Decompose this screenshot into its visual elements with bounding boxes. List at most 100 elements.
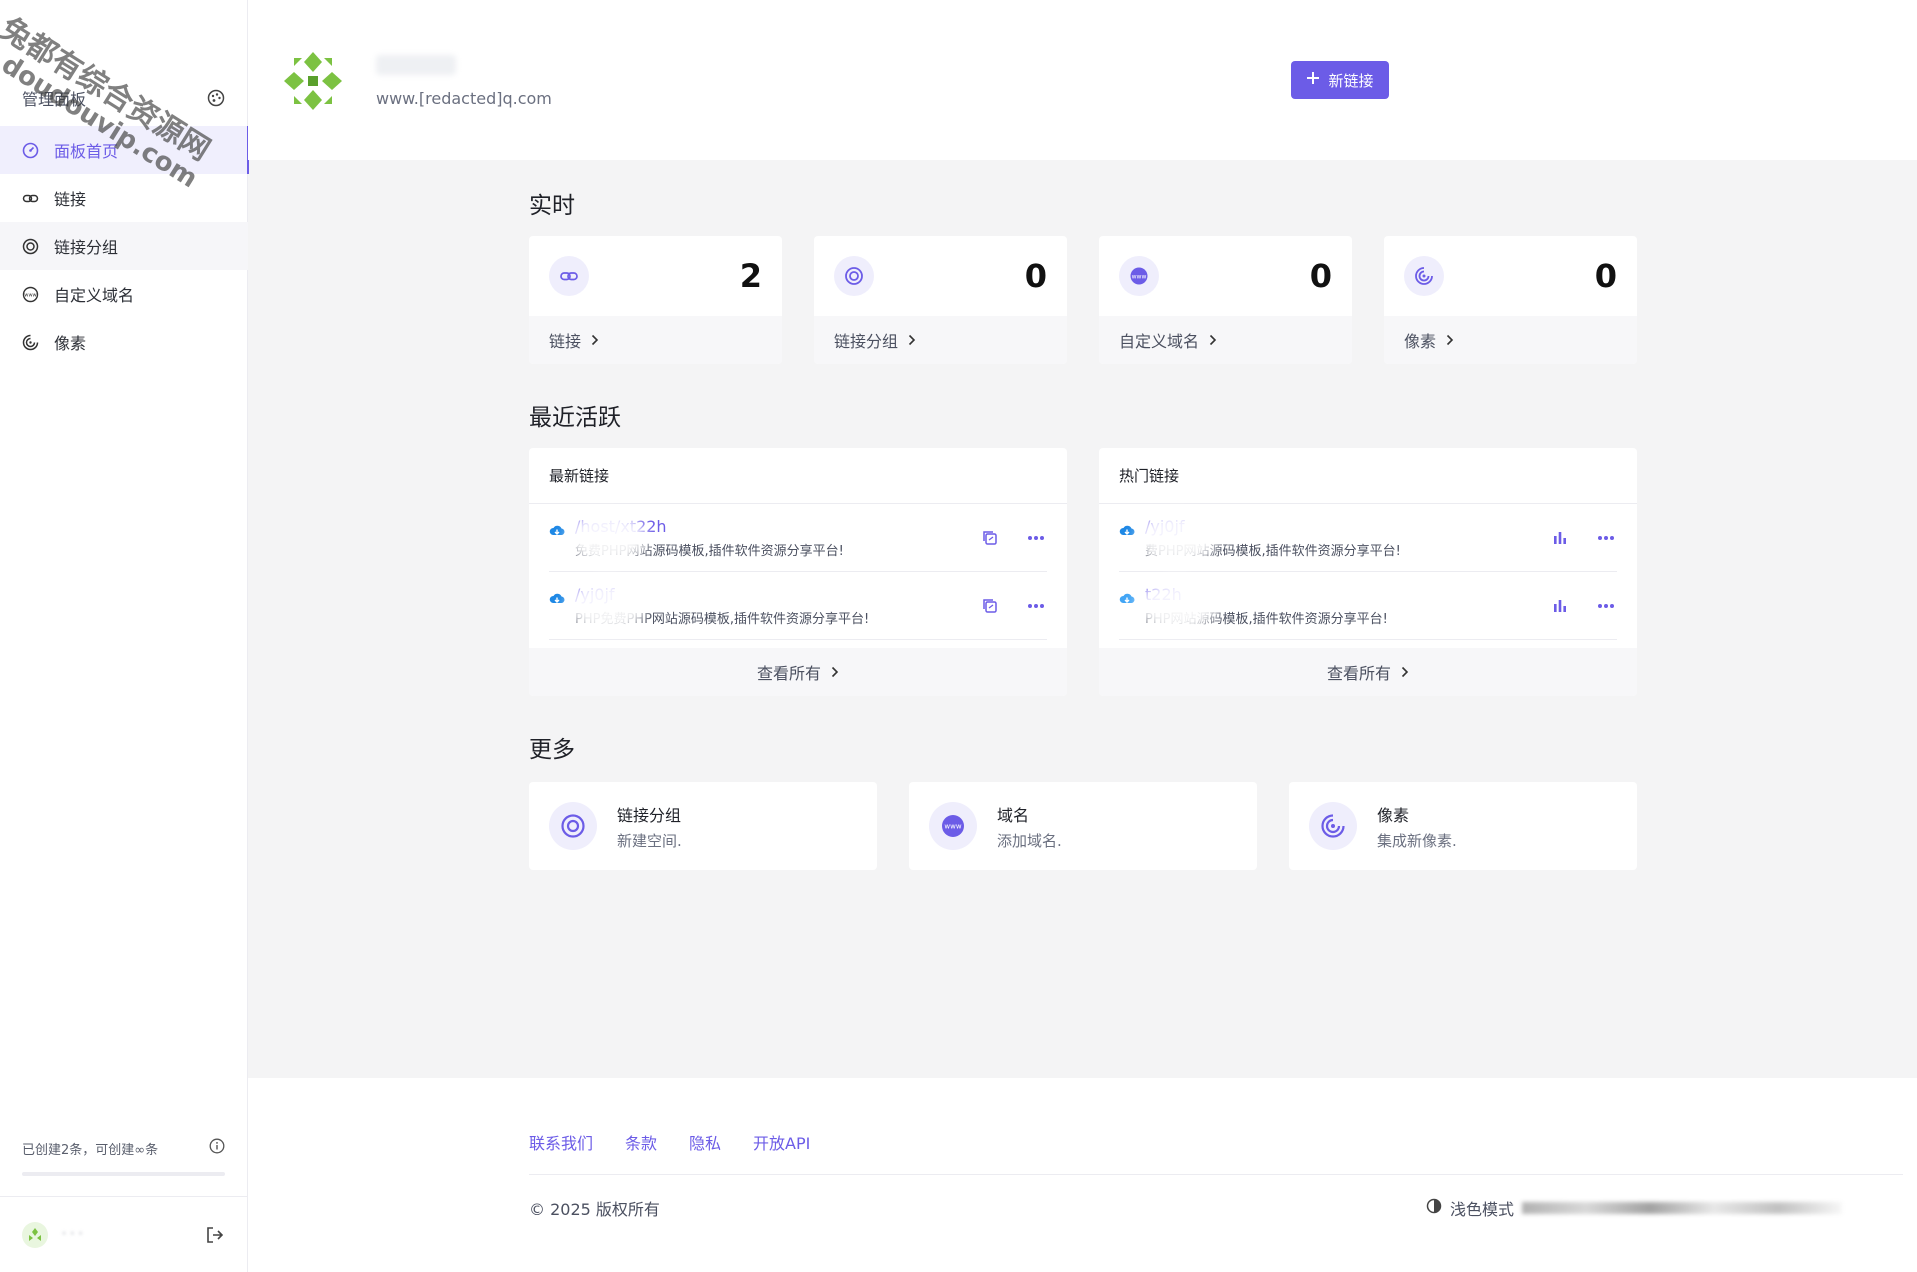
www-icon: www bbox=[1119, 256, 1159, 296]
view-all-popular-button[interactable]: 查看所有 bbox=[1099, 648, 1637, 696]
statistics-icon[interactable] bbox=[1549, 595, 1571, 617]
palette-icon[interactable] bbox=[207, 89, 225, 107]
profile-summary: www.[redacted]q.com bbox=[280, 48, 552, 114]
pixel-icon bbox=[22, 334, 39, 351]
view-all-label: 查看所有 bbox=[756, 664, 821, 683]
more-card-title: 像素 bbox=[1377, 805, 1410, 825]
view-all-latest-button[interactable]: 查看所有 bbox=[529, 648, 1067, 696]
more-options-icon[interactable] bbox=[1595, 595, 1617, 617]
pixel-icon bbox=[1309, 802, 1357, 850]
more-card-title: 域名 bbox=[997, 805, 1030, 825]
chevron-right-icon bbox=[1209, 331, 1217, 350]
more-options-icon[interactable] bbox=[1595, 527, 1617, 549]
quota-text: 已创建2条，可创建∞条 bbox=[22, 1142, 159, 1158]
redaction-blur bbox=[1137, 512, 1217, 564]
chevron-right-icon bbox=[1446, 331, 1454, 350]
link-row[interactable]: t22h PHP网站源码模板,插件软件资源分享平台! bbox=[1119, 572, 1617, 640]
site-logo bbox=[280, 48, 346, 114]
new-link-button[interactable]: 新链接 bbox=[1291, 61, 1389, 99]
sidebar-item-link-groups[interactable]: 链接分组 bbox=[0, 222, 248, 270]
more-card-pixels[interactable]: 像素 集成新像素. bbox=[1289, 782, 1637, 870]
info-icon[interactable] bbox=[209, 1138, 225, 1158]
link-row[interactable]: /yj0jf PHP免费PHP网站源码模板,插件软件资源分享平台! bbox=[549, 572, 1047, 640]
pixel-icon bbox=[1404, 256, 1444, 296]
avatar[interactable] bbox=[22, 1221, 48, 1248]
www-icon: www bbox=[22, 286, 39, 303]
sidebar-item-dashboard[interactable]: 面板首页 bbox=[0, 126, 249, 174]
footer-link-privacy[interactable]: 隐私 bbox=[689, 1130, 721, 1154]
realtime-title: 实时 bbox=[529, 193, 575, 219]
more-card-subtitle: 集成新像素. bbox=[1377, 831, 1457, 850]
chevron-right-icon bbox=[908, 331, 916, 350]
more-card-subtitle: 新建空间. bbox=[617, 831, 682, 850]
noise-artifact bbox=[1522, 1202, 1843, 1214]
sidebar-item-links[interactable]: 链接 bbox=[0, 174, 248, 222]
latest-links-panel: 最新链接 /host/xt22h 免费PHP网站源码模板,插件软件资源分享平台!… bbox=[529, 448, 1067, 696]
sidebar-item-pixels[interactable]: 像素 bbox=[0, 318, 248, 366]
svg-text:www: www bbox=[1132, 274, 1147, 281]
svg-text:www: www bbox=[944, 823, 961, 831]
main-content: 实时 2 链接 0 链接分组 www 0 自定义域名 0 像素 最近活跃 最新链… bbox=[529, 160, 1637, 870]
redaction-blur bbox=[567, 512, 647, 564]
more-card-domains[interactable]: www 域名 添加域名. bbox=[909, 782, 1257, 870]
user-footer: · · · bbox=[0, 1196, 247, 1272]
stat-value: 0 bbox=[1309, 257, 1332, 295]
stat-card-links[interactable]: 2 链接 bbox=[529, 236, 782, 364]
new-link-label: 新链接 bbox=[1328, 72, 1374, 90]
realtime-stats: 2 链接 0 链接分组 www 0 自定义域名 0 像素 bbox=[529, 236, 1637, 364]
footer-link-api[interactable]: 开放API bbox=[753, 1130, 810, 1154]
copy-icon[interactable] bbox=[979, 595, 1001, 617]
link-row[interactable]: /host/xt22h 免费PHP网站源码模板,插件软件资源分享平台! bbox=[549, 504, 1047, 572]
sidebar-item-label: 自定义域名 bbox=[54, 286, 135, 305]
plus-icon bbox=[1306, 71, 1320, 89]
sidebar-nav: 面板首页 链接 链接分组 www 自定义域名 像素 bbox=[0, 126, 249, 366]
download-cloud-icon bbox=[549, 591, 565, 607]
half-circle-icon bbox=[1426, 1198, 1442, 1218]
stat-value: 0 bbox=[1024, 257, 1047, 295]
more-card-title: 链接分组 bbox=[617, 805, 682, 825]
stat-label: 链接分组 bbox=[834, 332, 899, 351]
more-title: 更多 bbox=[529, 737, 575, 763]
footer-link-terms[interactable]: 条款 bbox=[625, 1130, 657, 1154]
logout-icon[interactable] bbox=[205, 1225, 225, 1245]
redaction-blur bbox=[567, 580, 647, 632]
footer-divider bbox=[529, 1174, 1903, 1175]
copy-icon[interactable] bbox=[979, 527, 1001, 549]
more-card-link-groups[interactable]: 链接分组 新建空间. bbox=[529, 782, 877, 870]
more-options-icon[interactable] bbox=[1025, 527, 1047, 549]
copyright: © 2025 版权所有 bbox=[529, 1200, 660, 1219]
profile-name-redacted bbox=[376, 54, 456, 75]
sidebar-header: 管理面板 bbox=[22, 86, 225, 110]
link-row[interactable]: /yj0jf 费PHP网站源码模板,插件软件资源分享平台! bbox=[1119, 504, 1617, 572]
redaction-blur bbox=[1137, 580, 1217, 632]
stat-value: 2 bbox=[739, 257, 762, 295]
popular-links-panel: 热门链接 /yj0jf 费PHP网站源码模板,插件软件资源分享平台! t22h … bbox=[1099, 448, 1637, 696]
more-options-icon[interactable] bbox=[1025, 595, 1047, 617]
sidebar-item-custom-domains[interactable]: www 自定义域名 bbox=[0, 270, 248, 318]
www-icon: www bbox=[929, 802, 977, 850]
target-icon bbox=[22, 238, 39, 255]
stat-card-pixels[interactable]: 0 像素 bbox=[1384, 236, 1637, 364]
recent-activity-title: 最近活跃 bbox=[529, 405, 621, 431]
page-footer: 联系我们 条款 隐私 开放API © 2025 版权所有 浅色模式 bbox=[248, 1078, 1917, 1272]
quota-section: 已创建2条，可创建∞条 bbox=[22, 1138, 225, 1176]
stat-label: 像素 bbox=[1404, 332, 1437, 351]
footer-link-contact[interactable]: 联系我们 bbox=[529, 1130, 593, 1154]
sidebar-item-label: 链接分组 bbox=[54, 238, 119, 257]
view-all-label: 查看所有 bbox=[1326, 664, 1391, 683]
panel-title: 最新链接 bbox=[529, 448, 1067, 504]
sidebar-item-label: 像素 bbox=[54, 334, 87, 353]
stat-label: 自定义域名 bbox=[1119, 332, 1200, 351]
stat-card-custom-domains[interactable]: www 0 自定义域名 bbox=[1099, 236, 1352, 364]
download-cloud-icon bbox=[1119, 591, 1135, 607]
dashboard-icon bbox=[22, 142, 39, 159]
sidebar-title: 管理面板 bbox=[22, 90, 87, 109]
footer-links: 联系我们 条款 隐私 开放API bbox=[529, 1130, 810, 1154]
stat-card-link-groups[interactable]: 0 链接分组 bbox=[814, 236, 1067, 364]
sidebar: 管理面板 面板首页 链接 链接分组 www 自定义域名 像素 已创建2条，可创建… bbox=[0, 0, 249, 1272]
stat-value: 0 bbox=[1594, 257, 1617, 295]
statistics-icon[interactable] bbox=[1549, 527, 1571, 549]
theme-toggle[interactable]: 浅色模式 bbox=[1426, 1196, 1843, 1220]
recent-activity: 最新链接 /host/xt22h 免费PHP网站源码模板,插件软件资源分享平台!… bbox=[529, 448, 1637, 696]
download-cloud-icon bbox=[1119, 523, 1135, 539]
